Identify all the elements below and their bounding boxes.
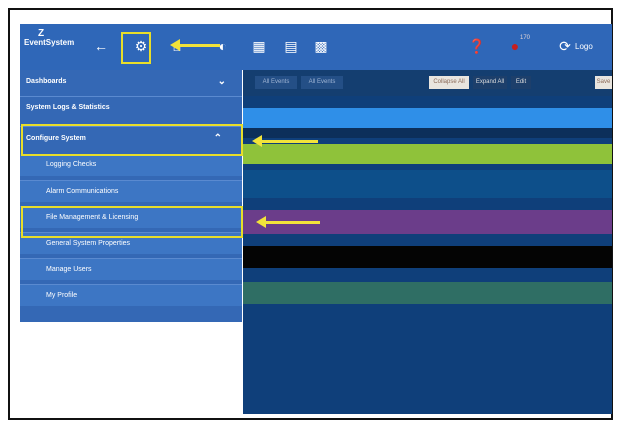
stripe-blue bbox=[243, 108, 612, 128]
annotation-arrow-head bbox=[256, 216, 266, 228]
help-icon[interactable]: ❓ bbox=[468, 38, 486, 56]
brand-name: EventSystem bbox=[24, 38, 75, 47]
sidebar-dashboards[interactable]: Dashboards ⌄ bbox=[20, 72, 242, 92]
panel-icon[interactable]: ▤ bbox=[282, 38, 300, 56]
sidebar-subitem-my-profile[interactable]: My Profile bbox=[20, 284, 242, 306]
tab-all-events-1[interactable]: All Events bbox=[255, 76, 297, 89]
back-arrow-icon[interactable]: ← bbox=[92, 38, 110, 56]
stripe-green bbox=[243, 144, 612, 164]
sidebar-subitem-label: My Profile bbox=[46, 292, 78, 299]
tab-all-events-2[interactable]: All Events bbox=[301, 76, 343, 89]
logout-label[interactable]: Logo bbox=[575, 42, 593, 51]
edit-button[interactable]: Edit bbox=[511, 76, 531, 89]
stripe-dark bbox=[243, 128, 612, 138]
top-toolbar: Z EventSystem ← ⚙ ⌂ ◐ ▦ ▤ ▩ ❓ ● 170 ⟳ Lo… bbox=[20, 24, 612, 70]
sidebar-subitem-manage-users[interactable]: Manage Users bbox=[20, 258, 242, 280]
content-tabbar: All Events All Events Collapse All Expan… bbox=[243, 70, 612, 96]
calendar-icon[interactable]: ▦ bbox=[250, 38, 268, 56]
configure-system-highlight-box bbox=[21, 124, 243, 156]
sidebar-subitem-label: Alarm Communications bbox=[46, 188, 119, 195]
stripe-blue-2 bbox=[243, 170, 612, 198]
chevron-down-icon: ⌄ bbox=[217, 76, 226, 87]
brand-logo[interactable]: Z EventSystem bbox=[24, 28, 75, 47]
app-window: Z EventSystem ← ⚙ ⌂ ◐ ▦ ▤ ▩ ❓ ● 170 ⟳ Lo… bbox=[20, 24, 612, 414]
annotation-arrow-head bbox=[252, 135, 262, 147]
dashboard-icon[interactable]: ◐ bbox=[214, 38, 232, 56]
sidebar-subitem-label: General System Properties bbox=[46, 240, 131, 247]
stripe-navy-1 bbox=[243, 96, 612, 108]
logout-icon[interactable]: ⟳ bbox=[556, 38, 574, 56]
brand-mark: Z bbox=[38, 28, 45, 39]
annotation-arrow-head bbox=[170, 39, 180, 51]
sidebar-subitem-alarm-communications[interactable]: Alarm Communications bbox=[20, 180, 242, 202]
stripe-teal bbox=[243, 282, 612, 304]
gear-highlight-box bbox=[121, 32, 151, 64]
annotation-arrow-gear bbox=[180, 44, 220, 47]
save-button[interactable]: Save bbox=[595, 76, 612, 89]
annotation-arrow-file-management bbox=[266, 221, 320, 224]
sidebar-subitem-label: Logging Checks bbox=[46, 161, 97, 168]
grid-icon[interactable]: ▩ bbox=[312, 38, 330, 56]
file-management-highlight-box bbox=[21, 206, 243, 238]
main-content: All Events All Events Collapse All Expan… bbox=[243, 70, 612, 414]
sidebar: Dashboards ⌄ System Logs & Statistics Co… bbox=[20, 70, 242, 322]
sidebar-item-label: System Logs & Statistics bbox=[26, 104, 110, 111]
sidebar-item-system-logs[interactable]: System Logs & Statistics bbox=[20, 96, 242, 118]
collapse-all-button[interactable]: Collapse All bbox=[429, 76, 469, 89]
expand-all-button[interactable]: Expand All bbox=[473, 76, 507, 89]
sidebar-dashboards-label: Dashboards bbox=[26, 78, 67, 85]
sidebar-subitem-label: Manage Users bbox=[46, 266, 92, 273]
alert-badge: 170 bbox=[520, 35, 531, 41]
sidebar-subitem-logging-checks[interactable]: Logging Checks bbox=[20, 154, 242, 176]
stripe-black bbox=[243, 246, 612, 268]
annotation-arrow-configure bbox=[262, 140, 318, 143]
